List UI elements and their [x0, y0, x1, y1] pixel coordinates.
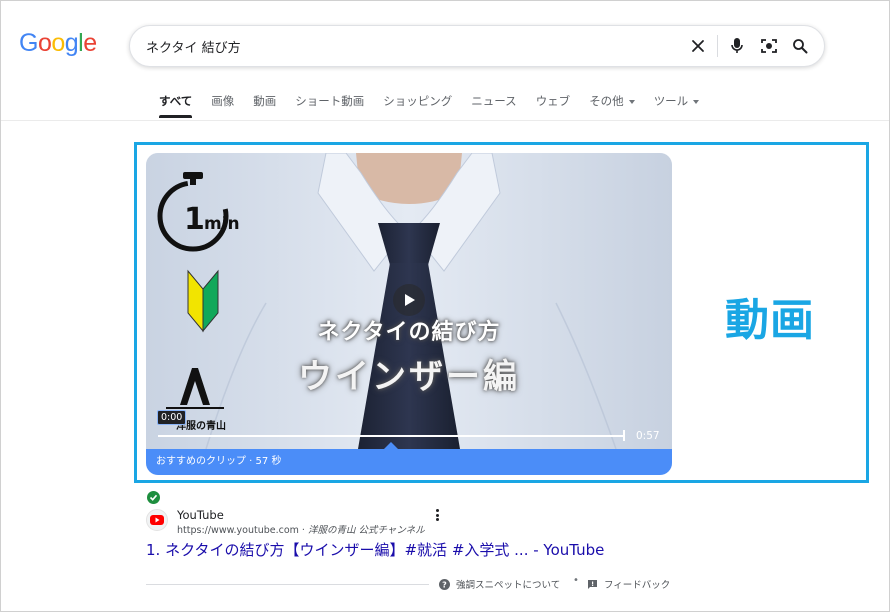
- microphone-icon[interactable]: [727, 36, 747, 56]
- suggested-clip-bar[interactable]: おすすめのクリップ · 57 秒: [146, 449, 672, 475]
- search-tabs: すべて 画像 動画 ショート動画 ショッピング ニュース ウェブ その他 ツール: [159, 91, 718, 121]
- svg-text:min: min: [204, 214, 240, 234]
- feedback-link[interactable]: フィードバック: [587, 577, 670, 591]
- check-circle-icon: [147, 491, 160, 504]
- clip-notch: [384, 442, 398, 449]
- search-divider: [717, 35, 718, 57]
- feedback-icon: [588, 579, 597, 589]
- help-circle-icon: ?: [439, 578, 450, 590]
- footer-separator: •: [573, 575, 579, 586]
- more-options-icon[interactable]: [433, 508, 441, 522]
- footer-divider: [146, 584, 429, 585]
- svg-text:1: 1: [184, 202, 205, 237]
- play-button[interactable]: [393, 284, 425, 316]
- progress-track[interactable]: [158, 435, 623, 437]
- video-title-overlay: ネクタイの結び方: [317, 320, 501, 345]
- result-site-name: YouTube: [177, 508, 224, 522]
- tab-more[interactable]: その他: [589, 91, 635, 119]
- tab-images[interactable]: 画像: [211, 91, 234, 119]
- play-icon: [405, 294, 415, 306]
- close-icon[interactable]: [688, 36, 708, 56]
- svg-text:?: ?: [442, 580, 447, 589]
- chevron-down-icon: [693, 99, 700, 104]
- youtube-icon: [150, 515, 164, 525]
- featured-video[interactable]: 1 min 洋服の青山 ネクタイの結び方 ウインザー編 0:00 0:57 おす…: [146, 153, 672, 475]
- tab-tools[interactable]: ツール: [654, 91, 700, 119]
- progress-end-marker: [623, 430, 625, 441]
- google-logo[interactable]: Google: [19, 29, 97, 58]
- tab-web[interactable]: ウェブ: [536, 91, 571, 119]
- youtube-favicon[interactable]: [146, 509, 168, 531]
- search-input[interactable]: [146, 35, 666, 57]
- camera-lens-icon[interactable]: [759, 36, 779, 56]
- video-subtitle-overlay: ウインザー編: [298, 357, 520, 397]
- annotation-label: 動画: [725, 295, 815, 346]
- tab-videos[interactable]: 動画: [253, 91, 276, 119]
- tab-short-videos[interactable]: ショート動画: [295, 91, 364, 119]
- tab-news[interactable]: ニュース: [471, 91, 516, 119]
- header-divider: [1, 120, 889, 121]
- about-snippet-link[interactable]: ? 強調スニペットについて: [439, 577, 560, 591]
- tab-shopping[interactable]: ショッピング: [383, 91, 452, 119]
- browser-frame: Google すべて 画像 動画 ショート動画 ショッピング ニュース ウェブ …: [0, 0, 890, 612]
- result-title-link[interactable]: 1. ネクタイの結び方【ウインザー編】#就活 #入学式 ... - YouTub…: [146, 539, 604, 560]
- result-url: https://www.youtube.com · 洋服の青山 公式チャンネル: [177, 525, 425, 536]
- search-box[interactable]: [129, 25, 825, 67]
- current-time: 0:00: [157, 410, 187, 425]
- chevron-down-icon: [628, 99, 635, 104]
- video-duration: 0:57: [636, 430, 660, 442]
- search-icon[interactable]: [790, 36, 810, 56]
- tab-all[interactable]: すべて: [159, 91, 193, 119]
